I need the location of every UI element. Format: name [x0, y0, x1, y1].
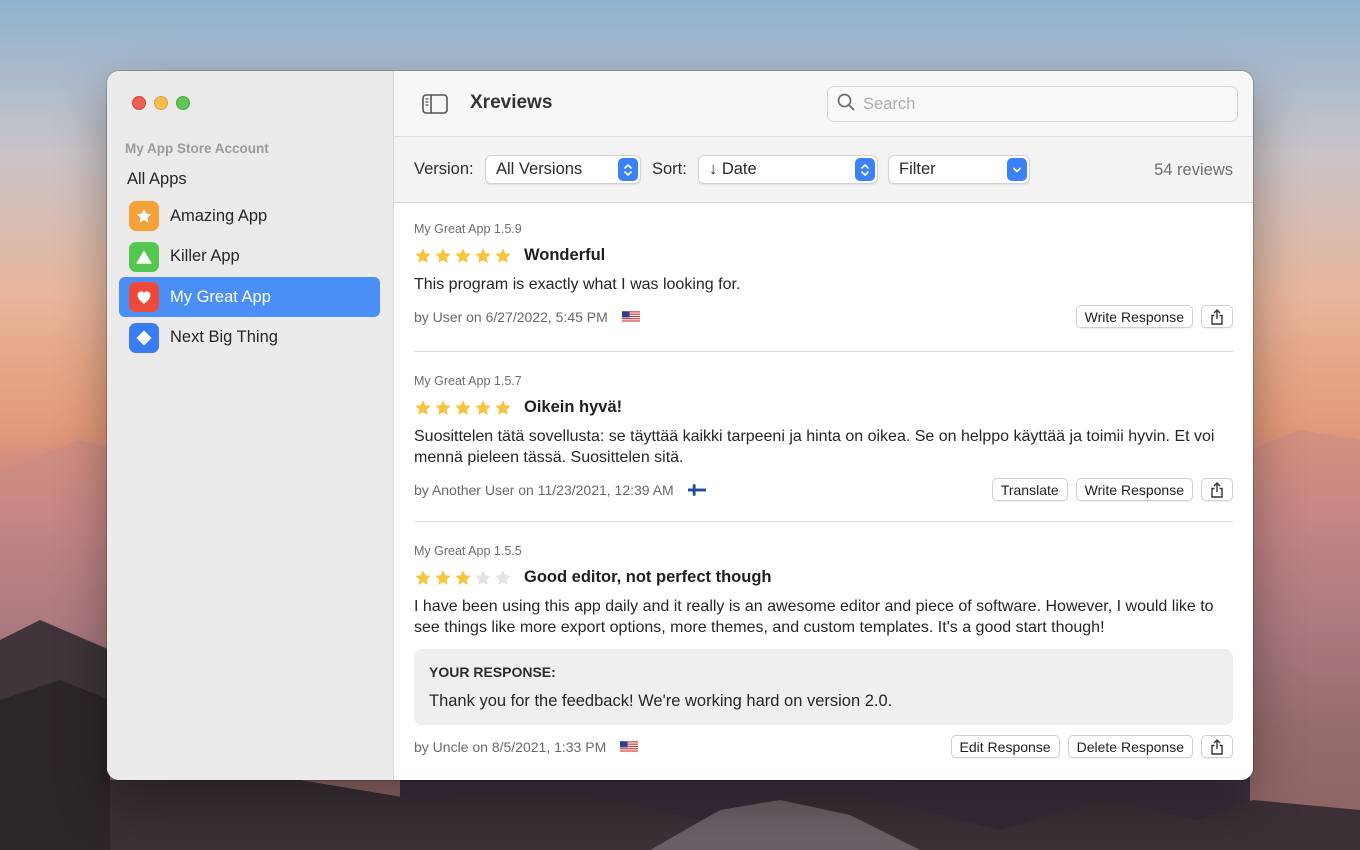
star-filled-icon: [495, 247, 511, 263]
response-label: YOUR RESPONSE:: [429, 664, 556, 680]
review-version: My Great App 1.5.5: [414, 544, 522, 558]
version-select[interactable]: All Versions: [485, 155, 641, 184]
sidebar-item-amazing-app[interactable]: Amazing App: [119, 196, 380, 236]
sidebar: My App Store Account All Apps Amazing Ap…: [107, 71, 394, 780]
sidebar-item-killer-app[interactable]: Killer App: [119, 237, 380, 277]
sidebar-toggle-icon[interactable]: [422, 93, 448, 115]
star-filled-icon: [455, 399, 471, 415]
review-item: My Great App 1.5.5 Good editor, not perf…: [414, 522, 1233, 758]
developer-response: YOUR RESPONSE: Thank you for the feedbac…: [414, 649, 1233, 725]
sidebar-item-next-big-thing[interactable]: Next Big Thing: [119, 318, 380, 358]
us-flag-icon: [621, 310, 640, 323]
star-filled-icon: [495, 399, 511, 415]
sidebar-item-label: My Great App: [170, 287, 271, 306]
translate-button[interactable]: Translate: [991, 478, 1068, 501]
star-rating: [414, 399, 512, 417]
response-text: Thank you for the feedback! We're workin…: [429, 692, 893, 710]
share-button[interactable]: [1201, 305, 1233, 328]
title-bar: Xreviews: [394, 71, 1253, 137]
review-meta: by Another User on 11/23/2021, 12:39 AM: [414, 481, 674, 498]
star-empty-icon: [475, 569, 491, 585]
star-filled-icon: [435, 399, 451, 415]
review-body: Suosittelen tätä sovellusta: se täyttää …: [414, 428, 1215, 466]
review-version: My Great App 1.5.7: [414, 374, 522, 388]
star-rating: [414, 569, 512, 587]
triangle-icon: [129, 241, 159, 272]
window-controls: [132, 96, 190, 110]
star-filled-icon: [475, 399, 491, 415]
review-meta: by Uncle on 8/5/2021, 1:33 PM: [414, 738, 607, 755]
delete-response-button[interactable]: Delete Response: [1067, 735, 1193, 758]
sort-label: Sort:: [652, 160, 687, 178]
star-rating: [414, 247, 512, 265]
star-filled-icon: [415, 569, 431, 585]
filter-toolbar: Version: All Versions Sort: ↓ Date Filte…: [394, 137, 1253, 203]
edit-response-button[interactable]: Edit Response: [950, 735, 1060, 758]
main-pane: Xreviews Version: All Versions Sort: ↓ D…: [394, 71, 1253, 780]
write-response-button[interactable]: Write Response: [1075, 478, 1193, 501]
star-empty-icon: [495, 569, 511, 585]
page-title: Xreviews: [470, 92, 553, 113]
filter-select[interactable]: Filter: [888, 155, 1030, 184]
review-body: This program is exactly what I was looki…: [414, 276, 741, 293]
heart-icon: [129, 282, 159, 312]
share-icon: [1211, 738, 1223, 755]
minimize-window-button[interactable]: [154, 96, 168, 110]
review-version: My Great App 1.5.9: [414, 222, 522, 236]
review-item: My Great App 1.5.7 Oikein hyvä! Suositte…: [414, 352, 1233, 522]
star-filled-icon: [415, 247, 431, 263]
finland-flag-icon: [687, 483, 706, 496]
review-list: My Great App 1.5.9 Wonderful This progra…: [394, 203, 1253, 780]
sort-select[interactable]: ↓ Date: [698, 155, 878, 184]
review-title: Wonderful: [524, 246, 606, 264]
share-icon: [1211, 308, 1223, 325]
sidebar-item-label: Next Big Thing: [170, 328, 278, 346]
app-window: My App Store Account All Apps Amazing Ap…: [107, 71, 1253, 780]
share-icon: [1211, 481, 1223, 498]
star-filled-icon: [455, 247, 471, 263]
review-item: My Great App 1.5.9 Wonderful This progra…: [414, 203, 1233, 352]
sidebar-item-my-great-app[interactable]: My Great App: [119, 277, 380, 317]
filter-select-value: Filter: [899, 160, 936, 178]
diamond-icon: [129, 322, 159, 353]
us-flag-icon: [620, 740, 639, 753]
review-count: 54 reviews: [1154, 161, 1233, 179]
zoom-window-button[interactable]: [176, 96, 190, 110]
review-meta: by User on 6/27/2022, 5:45 PM: [414, 308, 608, 325]
review-title: Good editor, not perfect though: [524, 568, 772, 586]
star-filled-icon: [435, 569, 451, 585]
version-label: Version:: [414, 160, 474, 178]
version-select-value: All Versions: [496, 160, 583, 178]
chevron-down-icon: [1007, 158, 1027, 181]
sidebar-item-label: Amazing App: [170, 206, 268, 225]
close-window-button[interactable]: [132, 96, 146, 110]
share-button[interactable]: [1201, 735, 1233, 758]
write-response-button[interactable]: Write Response: [1075, 305, 1193, 328]
review-body: I have been using this app daily and it …: [414, 598, 1214, 636]
review-title: Oikein hyvä!: [524, 398, 623, 416]
chevron-up-down-icon: [618, 158, 638, 181]
star-filled-icon: [475, 247, 491, 263]
sidebar-section-title: My App Store Account: [125, 141, 269, 156]
search-icon: [837, 93, 855, 116]
star-filled-icon: [435, 247, 451, 263]
sidebar-app-list: Amazing App Killer App My Great App Next…: [119, 196, 380, 358]
sidebar-item-all-apps[interactable]: All Apps: [127, 170, 187, 189]
chevron-up-down-icon: [855, 158, 875, 181]
star-filled-icon: [415, 399, 431, 415]
star-filled-icon: [455, 569, 471, 585]
share-button[interactable]: [1201, 478, 1233, 501]
search-field[interactable]: [827, 86, 1238, 122]
search-input[interactable]: [863, 94, 1223, 114]
sidebar-item-label: Killer App: [170, 247, 240, 265]
sort-select-value: ↓ Date: [709, 160, 757, 178]
star-icon: [129, 201, 159, 231]
